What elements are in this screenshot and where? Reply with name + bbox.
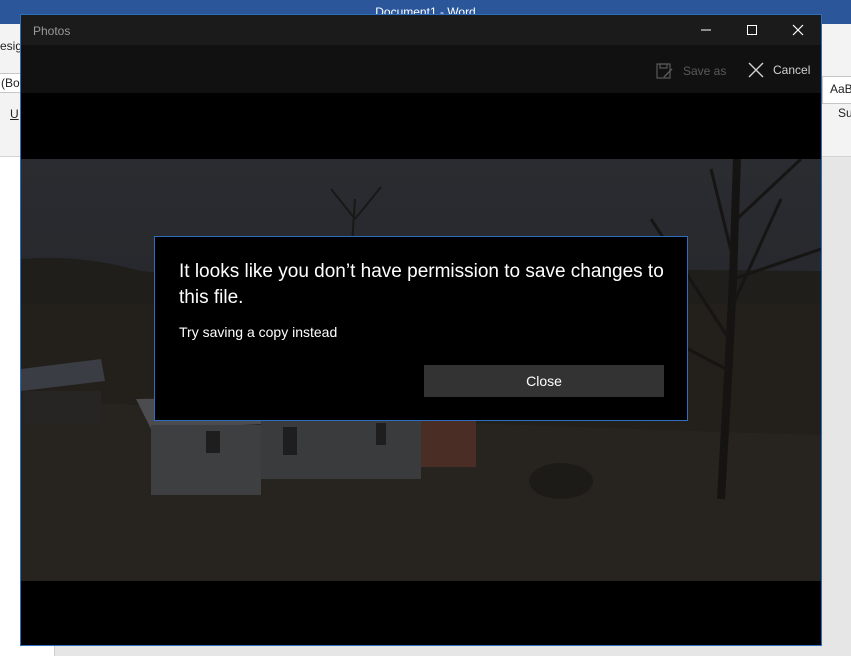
save-as-label: Save as <box>683 64 727 78</box>
font-name-box[interactable]: (Bo <box>0 73 22 93</box>
maximize-button[interactable] <box>729 15 775 45</box>
permission-error-dialog: It looks like you don’t have permission … <box>154 236 688 421</box>
save-as-button[interactable]: Save as <box>655 61 726 81</box>
photo-letterbox-top <box>21 93 821 159</box>
cancel-button[interactable]: Cancel <box>747 61 810 79</box>
close-window-button[interactable] <box>775 15 821 45</box>
underline-button[interactable]: U <box>10 107 19 121</box>
dialog-message: Try saving a copy instead <box>179 324 338 340</box>
dialog-title: It looks like you don’t have permission … <box>179 261 664 308</box>
close-button[interactable]: Close <box>424 365 664 397</box>
photos-titlebar[interactable]: Photos <box>21 15 821 45</box>
cancel-icon <box>748 62 764 78</box>
style-subtitle[interactable]: Su <box>838 106 851 120</box>
style-preview: AaB <box>830 82 851 96</box>
photos-edit-toolbar: Save as Cancel <box>21 45 821 93</box>
cancel-label: Cancel <box>773 63 811 77</box>
minimize-icon <box>701 29 711 31</box>
close-icon <box>792 24 804 36</box>
font-name-value: (Bo <box>1 76 20 90</box>
save-as-icon <box>656 63 673 79</box>
word-doc-gutter <box>822 157 851 656</box>
maximize-icon <box>747 25 757 35</box>
photos-window-title: Photos <box>33 24 71 38</box>
photo-letterbox-bottom <box>21 581 821 645</box>
ribbon-design-tab[interactable]: esig <box>0 39 22 53</box>
minimize-button[interactable] <box>683 15 729 45</box>
style-gallery[interactable]: AaB <box>822 76 851 104</box>
